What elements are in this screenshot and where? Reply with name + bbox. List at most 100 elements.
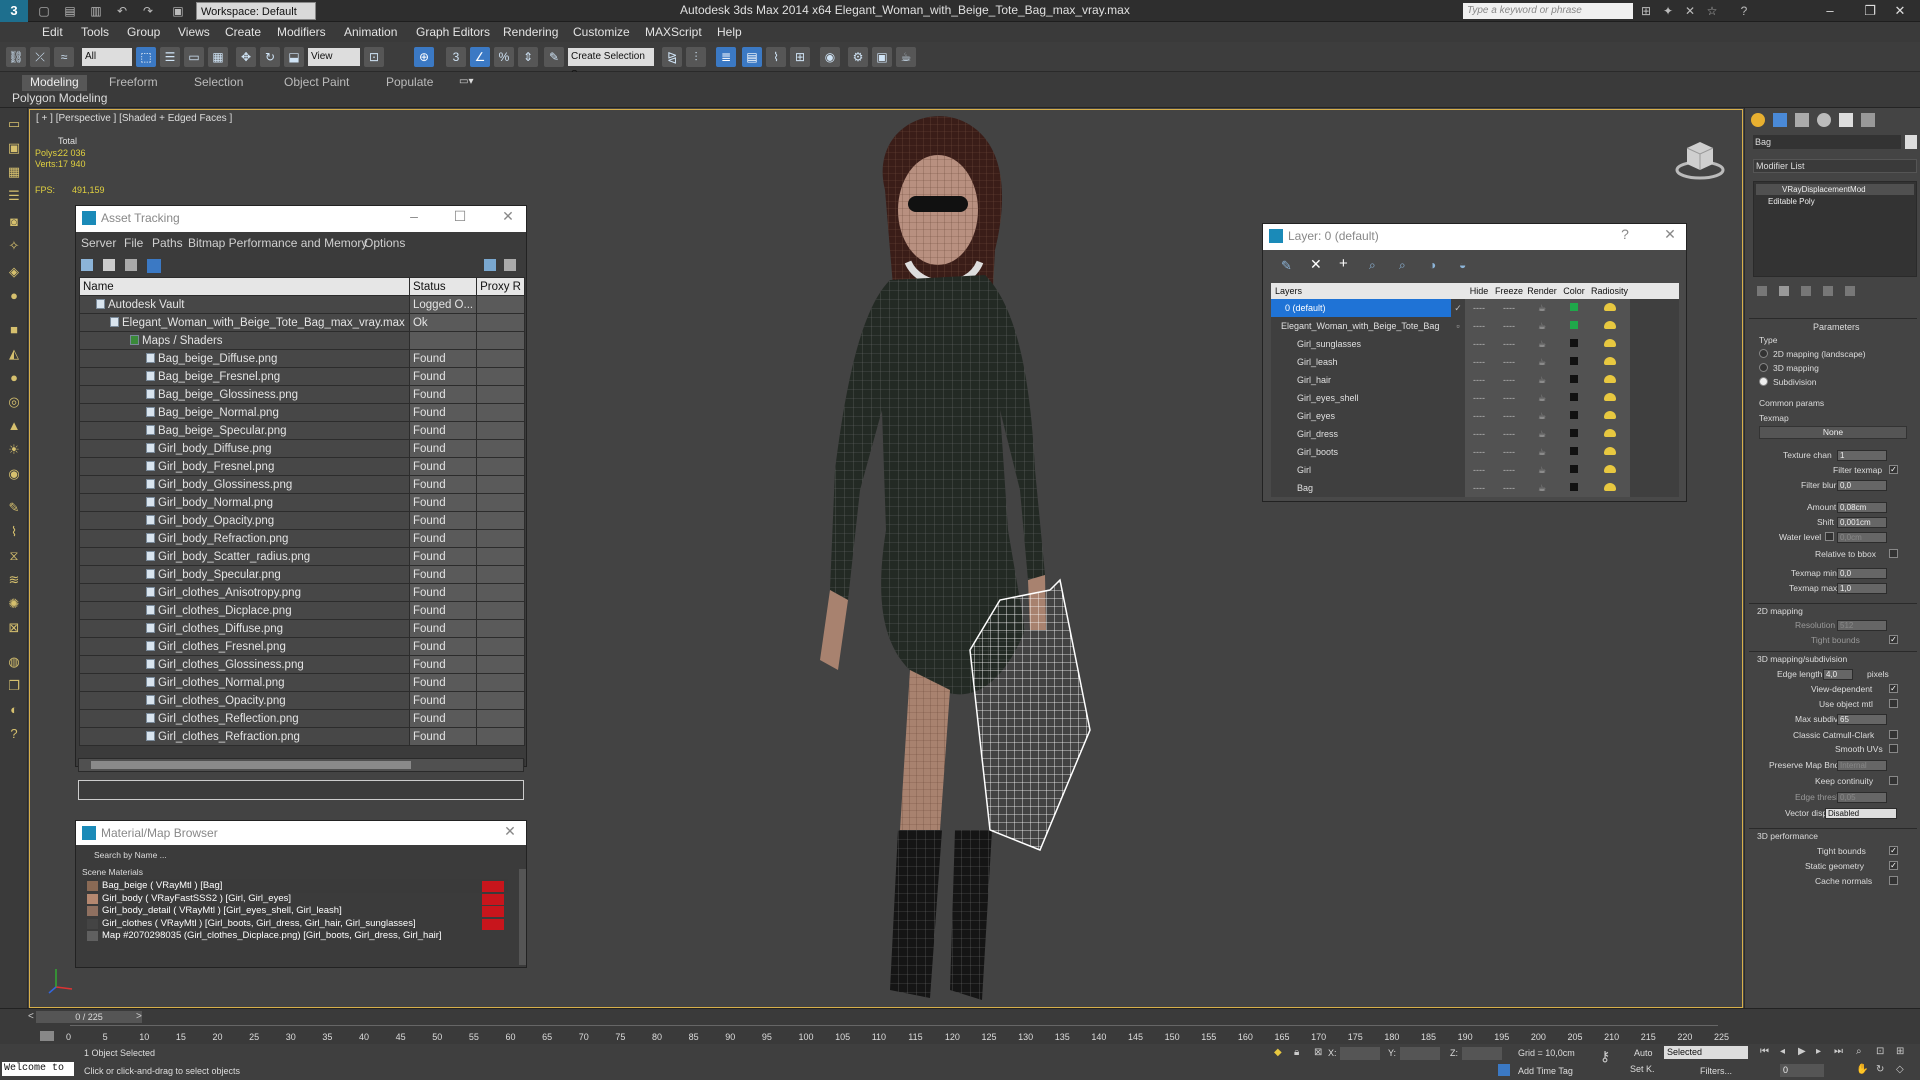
layer-freeze[interactable]: ---- [1493, 299, 1526, 317]
layer-render-icon[interactable]: ☕ [1525, 371, 1560, 389]
camera-icon[interactable]: ◙ [5, 214, 23, 230]
goto-end-icon[interactable]: ⏭ [1834, 1046, 1843, 1057]
layer-freeze[interactable]: ---- [1493, 443, 1526, 461]
tab-freeform[interactable]: Freeform [101, 75, 166, 91]
col-color[interactable]: Color [1559, 283, 1590, 299]
table-row[interactable]: Maps / Shaders [79, 331, 525, 350]
texmap-min-spinner[interactable]: 0,0 [1837, 568, 1887, 579]
use-object-mtl-checkbox[interactable] [1889, 699, 1898, 708]
isolate-icon[interactable]: ◆ [1274, 1047, 1282, 1058]
pyramid-icon[interactable]: ▲ [5, 418, 23, 434]
select-layer-icon[interactable]: ⌕ [1369, 258, 1376, 273]
menu-rendering[interactable]: Rendering [503, 25, 558, 39]
curve-editor-icon[interactable]: ⌇ [766, 47, 786, 67]
table-view-icon[interactable] [147, 259, 161, 273]
wave-icon[interactable]: ≋ [5, 572, 23, 588]
layer-close-button[interactable]: ✕ [1660, 226, 1680, 243]
spinner-snap-icon[interactable]: ⇕ [518, 47, 538, 67]
undo-icon[interactable]: ↶ [114, 3, 130, 19]
menu-group[interactable]: Group [127, 25, 160, 39]
layer-radiosity-icon[interactable] [1589, 425, 1631, 443]
configure-sets-icon[interactable] [1845, 286, 1855, 296]
layer-render-icon[interactable]: ☕ [1525, 335, 1560, 353]
torus-icon[interactable]: ◎ [5, 394, 23, 410]
selection-lock-icon[interactable]: 🔒︎ [1294, 1047, 1299, 1058]
tab-object-paint[interactable]: Object Paint [276, 75, 357, 91]
globe-icon[interactable]: ◍ [5, 654, 23, 670]
layer-current-marker[interactable] [1451, 443, 1465, 461]
menu-graph-editors[interactable]: Graph Editors [416, 25, 490, 39]
table-row[interactable]: Bag_beige_Glossiness.png Found [79, 385, 525, 404]
minimize-button[interactable]: – [1810, 0, 1850, 22]
layer-color-swatch[interactable] [1559, 317, 1590, 335]
layer-freeze[interactable]: ---- [1493, 389, 1526, 407]
menu-help[interactable]: Help [717, 25, 742, 39]
polygon-modeling-panel[interactable]: Polygon Modeling [12, 91, 107, 105]
hide-all-icon[interactable]: ◑ [1429, 258, 1436, 272]
layer-row[interactable]: Girl_sunglasses ---- ---- ☕ [1271, 335, 1679, 353]
table-row[interactable]: Girl_body_Normal.png Found [79, 493, 525, 512]
layer-current-marker[interactable] [1451, 461, 1465, 479]
object-color-swatch[interactable] [1905, 135, 1917, 149]
help-icon[interactable] [484, 259, 496, 271]
x-coordinate-field[interactable] [1340, 1047, 1380, 1060]
filter-blur-spinner[interactable]: 0,0 [1837, 480, 1887, 491]
align-icon[interactable]: ⫶ [686, 47, 706, 67]
layer-hide[interactable]: ---- [1465, 425, 1493, 443]
create-tab-icon[interactable] [1751, 113, 1765, 127]
record-icon[interactable]: ● [5, 288, 23, 304]
layer-color-swatch[interactable] [1559, 461, 1590, 479]
layer-manager-icon[interactable]: ≣ [716, 47, 736, 67]
zoom-extents-icon[interactable]: ⊡ [1876, 1046, 1884, 1057]
redo-icon[interactable]: ↷ [140, 3, 156, 19]
highlight-layer-icon[interactable]: ⌕ [1399, 258, 1406, 273]
mirror-icon[interactable]: ⧎ [662, 47, 682, 67]
new-layer-icon[interactable]: ✎ [1281, 258, 1292, 274]
asset-menu-paths[interactable]: Paths [152, 236, 183, 250]
shift-spinner[interactable]: 0,001cm [1837, 517, 1887, 528]
lattice-icon[interactable]: ⊠ [5, 620, 23, 636]
layer-color-swatch[interactable] [1559, 353, 1590, 371]
layer-freeze[interactable]: ---- [1493, 317, 1526, 335]
col-freeze[interactable]: Freeze [1493, 283, 1526, 299]
workspace-dropdown[interactable]: Workspace: Default [196, 2, 316, 20]
snap-toggle-icon[interactable]: 3 [446, 47, 466, 67]
percent-snap-icon[interactable]: % [494, 47, 514, 67]
filter-texmap-checkbox[interactable]: ✓ [1889, 465, 1898, 474]
settings-icon[interactable] [504, 259, 516, 271]
select-object-icon[interactable]: ⬚ [136, 47, 156, 67]
viewcube-icon[interactable] [1675, 132, 1725, 182]
parameters-rollout[interactable]: Parameters [1813, 322, 1860, 332]
layer-hide[interactable]: ---- [1465, 479, 1493, 497]
layer-current-marker[interactable]: ▫ [1451, 317, 1465, 335]
current-frame-field[interactable]: 0 [1780, 1064, 1824, 1077]
layer-hide[interactable]: ---- [1465, 461, 1493, 479]
scale-icon[interactable]: ⬓ [284, 47, 304, 67]
layer-hide[interactable]: ---- [1465, 335, 1493, 353]
twist-icon[interactable]: ⌇ [5, 524, 23, 540]
track-bar-toggle-icon[interactable] [40, 1031, 54, 1041]
table-row[interactable]: Bag_beige_Normal.png Found [79, 403, 525, 422]
layer-row[interactable]: 0 (default) ✓ ---- ---- ☕ [1271, 299, 1679, 317]
layer-current-marker[interactable] [1451, 425, 1465, 443]
type-2d-radio[interactable] [1759, 349, 1768, 358]
z-coordinate-field[interactable] [1462, 1047, 1502, 1060]
layer-radiosity-icon[interactable] [1589, 299, 1631, 317]
layer-name[interactable]: Elegant_Woman_with_Beige_Tote_Bag [1271, 317, 1451, 335]
texmap-button[interactable]: None [1759, 426, 1907, 439]
app-logo-icon[interactable]: 3 [0, 0, 28, 22]
layer-hide[interactable]: ---- [1465, 317, 1493, 335]
menu-customize[interactable]: Customize [573, 25, 630, 39]
table-row[interactable]: Girl_clothes_Diffuse.png Found [79, 619, 525, 638]
layer-row[interactable]: Girl_dress ---- ---- ☕ [1271, 425, 1679, 443]
refresh-icon[interactable] [81, 259, 93, 271]
tab-populate[interactable]: Populate [378, 75, 441, 91]
layer-color-swatch[interactable] [1559, 407, 1590, 425]
layer-current-marker[interactable] [1451, 371, 1465, 389]
layer-color-swatch[interactable] [1559, 335, 1590, 353]
layer-current-marker[interactable] [1451, 335, 1465, 353]
viewport-icon[interactable]: ▭ [5, 116, 23, 132]
menu-maxscript[interactable]: MAXScript [645, 25, 702, 39]
auto-key-button[interactable]: Auto [1634, 1048, 1653, 1058]
pan-icon[interactable]: ✋ [1856, 1064, 1868, 1075]
